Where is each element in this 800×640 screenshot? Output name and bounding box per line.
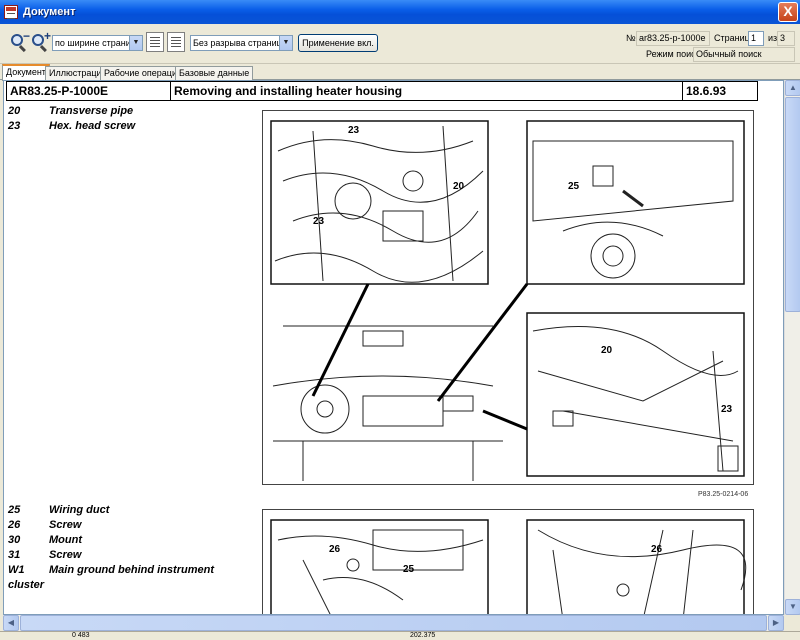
- document-view[interactable]: AR83.25-P-1000E Removing and installing …: [3, 80, 784, 615]
- scroll-thumb[interactable]: [785, 97, 800, 312]
- tab-basic-data[interactable]: Базовые данные: [175, 66, 254, 80]
- doc-number-label: №: [626, 33, 636, 43]
- scroll-down-button[interactable]: ▼: [785, 599, 800, 615]
- document-header: AR83.25-P-1000E Removing and installing …: [6, 81, 758, 101]
- status-left: 0 483: [72, 632, 90, 639]
- legend-item: 20 Transverse pipe: [8, 105, 134, 117]
- multi-page-button[interactable]: [167, 32, 185, 52]
- scroll-left-button[interactable]: ◀: [3, 615, 19, 631]
- page-number-input[interactable]: 1: [748, 31, 764, 46]
- chevron-down-icon[interactable]: ▼: [129, 36, 142, 50]
- single-page-button[interactable]: [146, 32, 164, 52]
- close-button[interactable]: X: [778, 2, 798, 22]
- figure-caption: P83.25-0214-06: [698, 491, 749, 498]
- status-right: 202.375: [410, 632, 436, 639]
- app-icon: [4, 5, 18, 19]
- legend-item: 25 Wiring duct: [8, 504, 110, 516]
- hscroll-thumb[interactable]: [20, 615, 767, 631]
- page-of-label: из: [768, 33, 778, 43]
- page-total-field: 3: [777, 31, 795, 46]
- document-date: 18.6.93: [686, 84, 727, 98]
- diagram-illustration-2: [270, 519, 747, 614]
- callout-label: 25: [568, 181, 580, 192]
- legend-list-1: 20 Transverse pipe 23 Hex. head screw: [8, 104, 135, 134]
- legend-item: W1 Main ground behind instrument: [8, 564, 214, 576]
- document-title: Removing and installing heater housing: [171, 82, 683, 100]
- legend-list-2: 25 Wiring duct 26 Screw 30 Mount 31 Screw W1…: [8, 503, 214, 593]
- zoom-in-icon[interactable]: +: [31, 29, 51, 53]
- callout-label: 23: [348, 125, 360, 136]
- window-title: Документ: [23, 6, 76, 18]
- callout-label: 23: [721, 404, 733, 415]
- legend-item: 30 Mount: [8, 534, 82, 546]
- status-bar: 0 483 202.375: [0, 631, 800, 640]
- callout-label: 26: [329, 544, 341, 555]
- scroll-right-button[interactable]: ▶: [768, 615, 784, 631]
- zoom-mode-select[interactable]: по ширине страницы ▼: [52, 35, 143, 51]
- vertical-scrollbar[interactable]: ▲ ▼: [784, 80, 800, 615]
- title-bar: Документ X: [0, 0, 800, 24]
- scroll-up-button[interactable]: ▲: [785, 80, 800, 96]
- horizontal-scrollbar[interactable]: ◀ ▶: [3, 615, 784, 631]
- tab-document[interactable]: Документ: [2, 64, 50, 81]
- diagram-figure-1: 23 20 23 25 20 23: [262, 110, 754, 485]
- legend-item: 26 Screw: [8, 519, 82, 531]
- callout-label: 26: [651, 544, 663, 555]
- legend-item: 31 Screw: [8, 549, 82, 561]
- legend-item-wrap: cluster: [8, 579, 45, 591]
- diagram-illustration-1: [270, 120, 745, 481]
- chevron-down-icon[interactable]: ▼: [279, 36, 292, 50]
- legend-item: 23 Hex. head screw: [8, 120, 136, 132]
- page-mode-value: Без разрыва страниц: [193, 38, 282, 48]
- zoom-out-icon[interactable]: −: [10, 29, 30, 53]
- callout-label: 25: [403, 564, 415, 575]
- search-mode-field: Обычный поиск: [693, 47, 795, 62]
- diagram-figure-2: 26 25 26: [262, 509, 754, 614]
- document-code: AR83.25-P-1000E: [7, 82, 171, 100]
- callout-label: 20: [453, 181, 465, 192]
- doc-number-field: ar83.25-p-1000e: [636, 31, 710, 46]
- callout-label: 23: [313, 216, 325, 227]
- toolbar: − + по ширине страницы ▼ Без разрыва стр…: [0, 24, 800, 64]
- page-mode-select[interactable]: Без разрыва страниц ▼: [190, 35, 293, 51]
- apply-button[interactable]: Применение вкл.: [298, 34, 378, 52]
- callout-label: 20: [601, 345, 613, 356]
- tab-bar: Документ Иллюстрация Рабочие операции Ба…: [0, 64, 800, 81]
- tab-work-operations[interactable]: Рабочие операции: [100, 66, 186, 80]
